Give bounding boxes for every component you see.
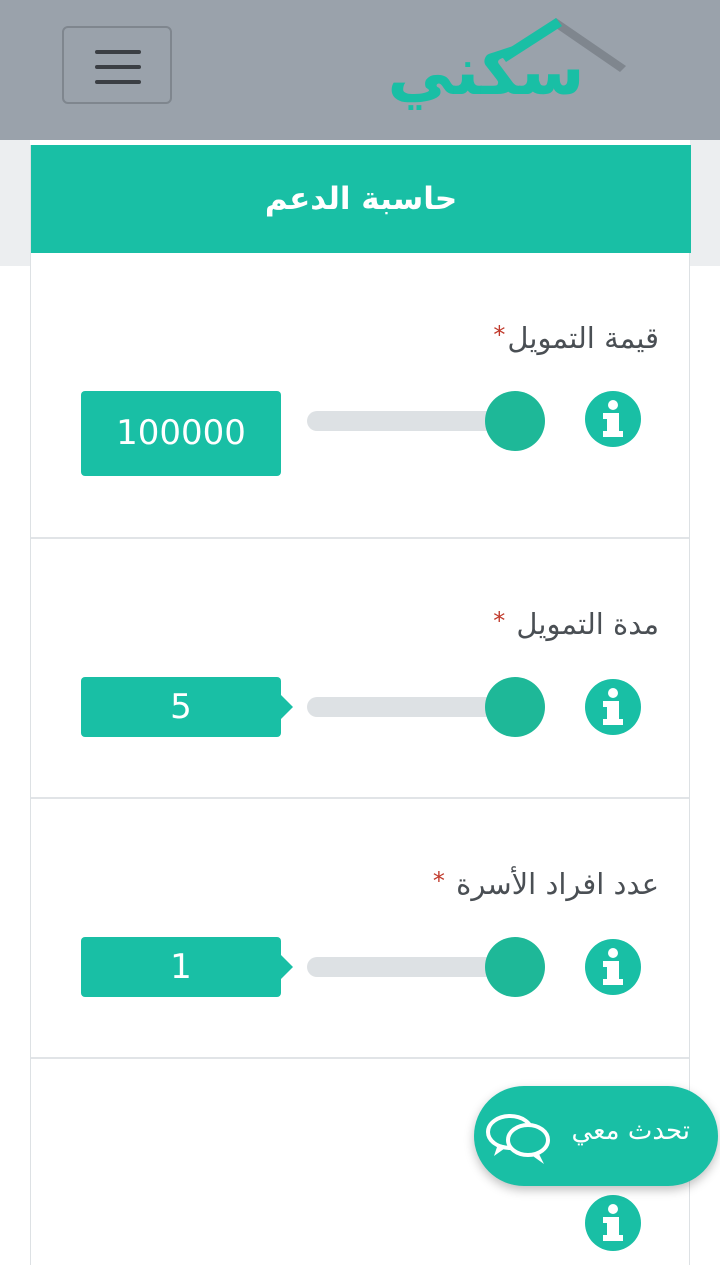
financing-amount-section: قيمة التمويل* 100000: [31, 253, 689, 539]
logo-text: سكني: [387, 33, 585, 110]
label-text: عدد افراد الأسرة: [456, 867, 659, 901]
page-gutter: [690, 140, 720, 266]
financing-amount-value[interactable]: 100000: [81, 391, 281, 476]
family-members-label: عدد افراد الأسرة *: [433, 867, 659, 901]
hamburger-bar: [95, 65, 141, 69]
hamburger-bar: [95, 80, 141, 84]
chat-bubbles-icon: [486, 1114, 550, 1164]
label-text: قيمة التمويل: [507, 321, 659, 355]
info-icon[interactable]: [585, 1195, 641, 1251]
financing-duration-section: مدة التمويل * 5: [31, 537, 689, 799]
slider-thumb[interactable]: [485, 937, 545, 997]
financing-duration-value[interactable]: 5: [81, 677, 293, 737]
family-members-section: عدد افراد الأسرة * 1: [31, 797, 689, 1059]
required-mark: *: [493, 321, 506, 349]
slider-thumb[interactable]: [485, 677, 545, 737]
chat-with-me-button[interactable]: تحدث معي: [474, 1086, 718, 1186]
page-gutter: [0, 140, 30, 266]
sakani-logo[interactable]: سكني: [380, 14, 630, 124]
info-icon[interactable]: [585, 391, 641, 447]
calculator-title: حاسبة الدعم: [31, 145, 691, 253]
required-mark: *: [432, 867, 445, 895]
info-icon[interactable]: [585, 679, 641, 735]
top-bar: سكني: [0, 0, 720, 140]
label-text: مدة التمويل: [516, 607, 659, 641]
info-icon[interactable]: [585, 939, 641, 995]
chat-label: تحدث معي: [571, 1116, 690, 1146]
menu-button[interactable]: [62, 26, 172, 104]
financing-amount-label: قيمة التمويل*: [493, 321, 659, 355]
family-members-value[interactable]: 1: [81, 937, 293, 997]
required-mark: *: [493, 607, 506, 635]
slider-thumb[interactable]: [485, 391, 545, 451]
hamburger-menu-icon: [95, 50, 141, 54]
financing-duration-label: مدة التمويل *: [493, 607, 659, 641]
